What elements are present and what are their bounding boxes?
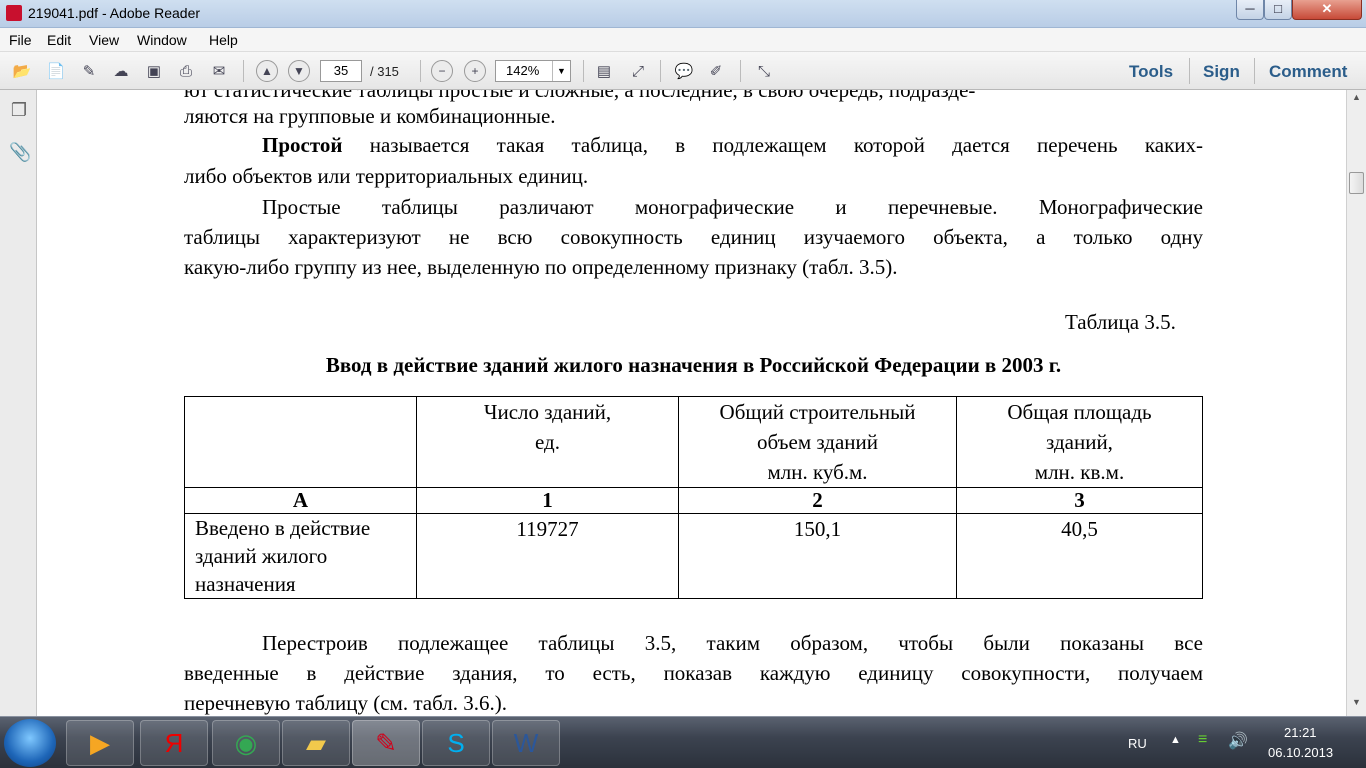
table-cell: 119727 (416, 513, 679, 599)
chevron-down-icon[interactable]: ▼ (552, 61, 570, 81)
table-title: Ввод в действие зданий жилого назначения… (325, 353, 1062, 377)
table-row: Введено в действие зданий жилого назначе… (184, 513, 1203, 599)
data-table: Число зданий, ед. Общий строительный объ… (184, 396, 1203, 599)
media-player-icon[interactable]: ▶ (66, 720, 134, 766)
attachments-icon[interactable]: 📎 (9, 142, 31, 162)
header-cell: Общий строительный объем зданий млн. куб… (678, 396, 957, 488)
number-cell: А (184, 487, 417, 514)
menu-file[interactable]: File (9, 32, 32, 48)
header-cell: Число зданий, ед. (416, 396, 679, 488)
word-icon[interactable]: W (492, 720, 560, 766)
document-view: ют статистические таблицы простые и слож… (38, 90, 1346, 716)
page-total: / 315 (370, 64, 399, 79)
highlight-icon[interactable]: ✐ (704, 59, 728, 83)
text-line: ляются на групповые и комбинационные. (184, 104, 556, 128)
navigation-pane: ❐ 📎 (0, 90, 37, 716)
text-line: ют статистические таблицы простые и слож… (184, 90, 976, 102)
text-line: либо объектов или территориальных единиц… (184, 164, 589, 188)
zoom-out-icon[interactable]: − (431, 60, 453, 82)
text-line: таблицы характеризуют не всю совокупност… (184, 225, 1203, 249)
explorer-icon[interactable]: ▰ (282, 720, 350, 766)
paragraph-line: Простой называется такая таблица, в подл… (262, 133, 1203, 157)
table-header-row: Число зданий, ед. Общий строительный объ… (184, 396, 1203, 488)
number-cell: 2 (678, 487, 957, 514)
print-icon[interactable]: ⎙ (174, 59, 198, 83)
header-cell (184, 396, 417, 488)
close-button[interactable]: ✕ (1292, 0, 1362, 20)
clock-time[interactable]: 21:21 (1284, 725, 1317, 740)
show-hidden-icons-icon[interactable]: ▲ (1170, 734, 1181, 746)
email-icon[interactable]: ✉ (207, 59, 231, 83)
scroll-up-icon[interactable]: ▲ (1347, 92, 1366, 109)
chrome-icon[interactable]: ◉ (212, 720, 280, 766)
edit-icon[interactable]: ✎ (77, 59, 101, 83)
maximize-button[interactable]: □ (1264, 0, 1292, 20)
previous-page-icon[interactable]: ▲ (256, 60, 278, 82)
next-page-icon[interactable]: ▼ (288, 60, 310, 82)
menu-view[interactable]: View (89, 32, 119, 48)
skype-icon[interactable]: S (422, 720, 490, 766)
fit-page-icon[interactable]: ▤ (592, 59, 616, 83)
fit-width-icon[interactable]: ⤢ (626, 59, 650, 83)
window-title: 219041.pdf - Adobe Reader (28, 5, 201, 21)
number-cell: 3 (956, 487, 1203, 514)
menu-help[interactable]: Help (209, 32, 238, 48)
menu-window[interactable]: Window (137, 32, 187, 48)
sign-link[interactable]: Sign (1203, 62, 1240, 82)
start-button[interactable] (4, 719, 56, 767)
header-cell: Общая площадь зданий, млн. кв.м. (956, 396, 1203, 488)
scroll-down-icon[interactable]: ▼ (1347, 697, 1366, 714)
scroll-thumb[interactable] (1349, 172, 1364, 194)
text-line: Перестроив подлежащее таблицы 3.5, таким… (262, 631, 1203, 655)
table-label: Таблица 3.5. (1065, 310, 1176, 334)
open-icon[interactable]: 📂 (10, 59, 34, 83)
table-cell: 40,5 (956, 513, 1203, 599)
taskbar: ▶ Я ◉ ▰ ✎ S W RU ▲ ≡ 🔊 21:21 06.10.2013 (0, 716, 1366, 768)
toolbar: 📂 📄 ✎ ☁ ▣ ⎙ ✉ ▲ ▼ 35 / 315 − + 142% ▼ ▤ … (0, 52, 1366, 90)
comment-link[interactable]: Comment (1269, 62, 1347, 82)
minimize-button[interactable]: ─ (1236, 0, 1264, 20)
text-line: какую-либо группу из нее, выделенную по … (184, 255, 898, 279)
volume-icon[interactable]: 🔊 (1228, 731, 1248, 751)
tools-link[interactable]: Tools (1129, 62, 1173, 82)
table-numbering-row: А 1 2 3 (184, 487, 1203, 514)
zoom-in-icon[interactable]: + (464, 60, 486, 82)
network-icon[interactable]: ≡ (1198, 731, 1207, 749)
upload-icon[interactable]: ☁ (109, 59, 133, 83)
create-pdf-icon[interactable]: 📄 (44, 59, 68, 83)
number-cell: 1 (416, 487, 679, 514)
clock-date[interactable]: 06.10.2013 (1268, 745, 1333, 760)
text-line: введенные в действие здания, то есть, по… (184, 661, 1203, 685)
vertical-scrollbar[interactable]: ▲ ▼ (1346, 90, 1366, 716)
pages-icon[interactable]: ❐ (9, 100, 29, 120)
bold-term: Простой (262, 133, 343, 157)
adobe-reader-task-icon[interactable]: ✎ (352, 720, 420, 766)
text-line: перечневую таблицу (см. табл. 3.6.). (184, 691, 507, 715)
language-indicator[interactable]: RU (1128, 736, 1147, 751)
table-cell: 150,1 (678, 513, 957, 599)
zoom-select[interactable]: 142% ▼ (495, 60, 571, 82)
page-number-input[interactable]: 35 (320, 60, 362, 82)
menu-edit[interactable]: Edit (47, 32, 71, 48)
adobe-reader-icon (6, 5, 22, 21)
title-bar: 219041.pdf - Adobe Reader ─ □ ✕ (0, 0, 1366, 28)
yandex-browser-icon[interactable]: Я (140, 720, 208, 766)
menu-bar: File Edit View Window Help (0, 28, 1366, 52)
text-line: Простые таблицы различают монографически… (262, 195, 1203, 219)
zoom-value: 142% (506, 63, 540, 78)
sticky-note-icon[interactable]: 💬 (672, 59, 696, 83)
save-icon[interactable]: ▣ (142, 59, 166, 83)
row-label-cell: Введено в действие зданий жилого назначе… (184, 513, 417, 599)
full-screen-icon[interactable]: ⤡ (752, 59, 776, 83)
